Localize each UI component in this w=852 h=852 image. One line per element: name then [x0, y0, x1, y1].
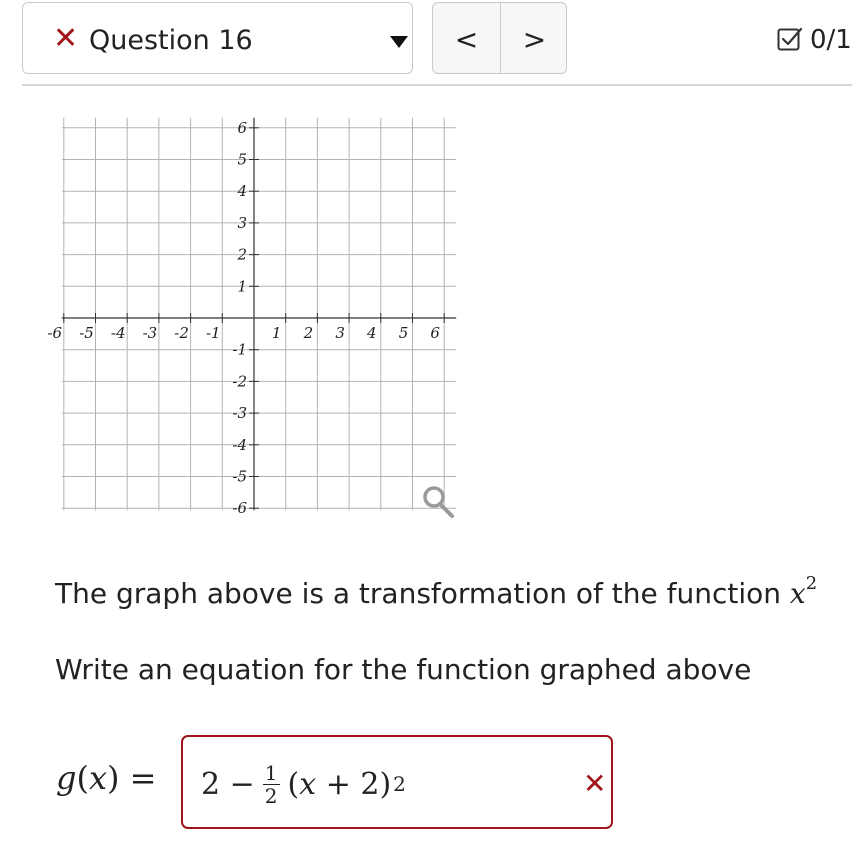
- prompt-instruction: Write an equation for the function graph…: [55, 653, 752, 686]
- function-graph[interactable]: -6 -5 -4 -3 -2 -1 1 2 3 4 5 6 6 5 4 3 2 1 -1 -2 -3 -4 -5 -6: [0, 0, 852, 852]
- y-tick-label: -1: [232, 341, 247, 359]
- y-tick-label: -5: [232, 468, 247, 486]
- x-tick-label: 1: [272, 324, 282, 342]
- y-tick-label: -2: [232, 372, 247, 390]
- y-tick-label: -6: [232, 499, 247, 517]
- y-tick-label: 5: [237, 151, 247, 169]
- zoom-icon[interactable]: [423, 486, 454, 518]
- y-tick-label: 2: [236, 246, 247, 264]
- x-tick-label: -6: [47, 324, 62, 342]
- answer-input[interactable]: 2 − 1 2 (x + 2) 2 ✕: [181, 735, 613, 829]
- y-tick-label: -4: [232, 436, 247, 454]
- answer-expression: 2 − 1 2 (x + 2) 2: [201, 760, 406, 808]
- x-tick-label: 2: [303, 324, 314, 342]
- x-tick-label: 3: [335, 324, 345, 342]
- graph-grid: [61, 117, 457, 511]
- fraction: 1 2: [262, 760, 280, 808]
- x-tick-label: 5: [399, 324, 409, 342]
- x-tick-label: 4: [366, 324, 377, 342]
- prompt-transformation: The graph above is a transformation of t…: [55, 573, 818, 610]
- y-tick-label: 6: [237, 119, 247, 137]
- base-function: x2: [789, 573, 818, 610]
- y-tick-label: -3: [232, 404, 247, 422]
- x-tick-label: -4: [111, 324, 126, 342]
- y-tick-label: 4: [236, 182, 247, 200]
- graph-axes: [61, 117, 457, 511]
- incorrect-answer-icon: ✕: [583, 767, 607, 800]
- y-tick-label: 3: [237, 214, 247, 232]
- y-tick-label: 1: [237, 277, 247, 295]
- x-tick-label: -5: [79, 324, 94, 342]
- answer-label: g(x) =: [56, 759, 157, 797]
- x-tick-label: 6: [430, 324, 440, 342]
- x-tick-label: -3: [143, 324, 158, 342]
- x-tick-label: -2: [174, 324, 189, 342]
- x-tick-label: -1: [206, 324, 221, 342]
